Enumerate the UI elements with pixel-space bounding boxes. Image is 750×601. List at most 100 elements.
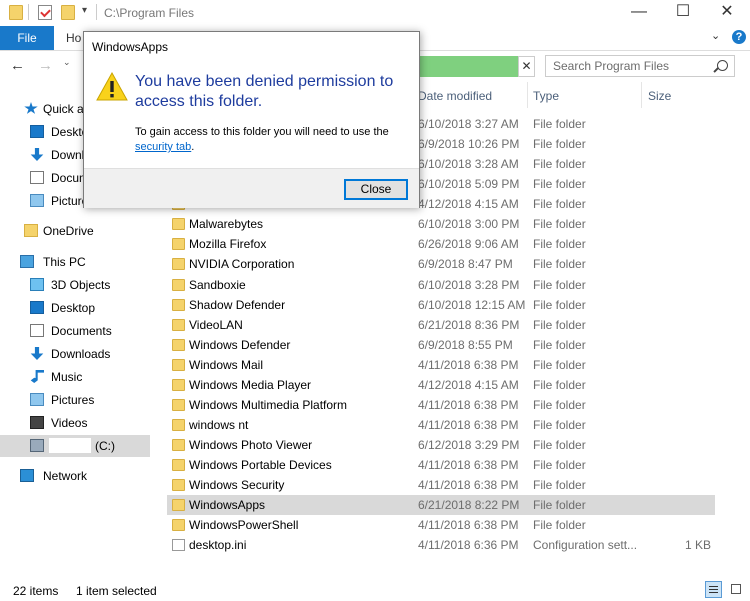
back-button[interactable]: ← (10, 57, 25, 74)
file-date: 4/11/2018 6:38 PM (418, 397, 519, 412)
file-row[interactable]: Windows Multimedia Platform 4/11/2018 6:3… (167, 395, 715, 415)
sidebar-item[interactable]: (C:) (0, 435, 150, 457)
search-input[interactable]: Search Program Files (545, 55, 735, 77)
maximize-button[interactable]: ☐ (661, 0, 705, 24)
sidebar-item[interactable]: Desktop (0, 297, 150, 319)
folder-icon (172, 419, 185, 432)
folder-icon (24, 224, 38, 237)
folder-icon (172, 298, 185, 311)
column-header-size[interactable]: Size (648, 89, 671, 103)
sidebar-item-label: Desktop (51, 301, 96, 315)
file-date: 6/9/2018 10:26 PM (418, 137, 520, 152)
file-date: 6/10/2018 3:28 AM (418, 157, 519, 172)
drive-icon (30, 439, 44, 452)
file-type: File folder (533, 257, 586, 272)
new-folder-icon[interactable] (61, 5, 75, 20)
sidebar-item[interactable]: This PC (0, 251, 150, 273)
file-row[interactable]: Windows Security 4/11/2018 6:38 PM File fo… (167, 475, 715, 495)
file-date: 6/26/2018 9:06 AM (418, 237, 519, 252)
file-type: File folder (533, 377, 586, 392)
file-date: 6/10/2018 12:15 AM (418, 297, 526, 312)
file-row[interactable]: Malwarebytes 6/10/2018 3:00 PM File folder (167, 214, 715, 234)
file-row[interactable]: Windows Photo Viewer 6/12/2018 3:29 PM Fil… (167, 435, 715, 455)
file-name: NVIDIA Corporation (189, 257, 295, 272)
folder-icon (172, 218, 185, 231)
recent-locations-icon[interactable]: ⌄ (63, 57, 71, 68)
file-date: 4/11/2018 6:38 PM (418, 478, 519, 493)
file-row[interactable]: NVIDIA Corporation 6/9/2018 8:47 PM File f… (167, 254, 715, 274)
address-clear-button[interactable]: ✕ (518, 56, 535, 77)
file-row[interactable]: Windows Media Player 4/12/2018 4:15 AM Fil… (167, 375, 715, 395)
file-name: Windows Portable Devices (189, 458, 332, 473)
sidebar-item-label: OneDrive (43, 224, 94, 238)
folder-icon (9, 5, 23, 20)
sidebar-item[interactable]: Videos (0, 412, 150, 434)
file-row[interactable]: Windows Mail 4/11/2018 6:38 PM File folder (167, 355, 715, 375)
search-icon[interactable] (717, 60, 728, 71)
tab-home[interactable]: Ho (66, 31, 81, 45)
address-bar[interactable] (418, 56, 518, 77)
desktop-icon (30, 301, 44, 314)
sidebar-item-label: Pictures (51, 393, 95, 407)
file-name: Sandboxie (189, 277, 246, 292)
close-button[interactable]: Close (344, 179, 408, 200)
folder-icon (172, 318, 185, 331)
sidebar-item-label: Network (43, 469, 88, 483)
pictures-icon (30, 393, 44, 406)
status-selected-count: 1 item selected (76, 584, 157, 598)
folder-icon (172, 238, 185, 251)
folder-icon (172, 499, 185, 512)
file-row[interactable]: VideoLAN 6/21/2018 8:36 PM File folder (167, 315, 715, 335)
file-type: File folder (533, 478, 586, 493)
sidebar-item[interactable]: Music (0, 366, 150, 388)
file-type: File folder (533, 438, 586, 453)
sidebar-item-label: Documents (51, 324, 112, 338)
file-date: 6/9/2018 8:47 PM (418, 257, 513, 272)
sidebar-item[interactable]: Downloads (0, 343, 150, 365)
forward-button[interactable]: → (38, 57, 53, 74)
folder-icon (172, 338, 185, 351)
properties-icon[interactable] (38, 5, 52, 20)
ribbon-toggle-icon[interactable]: ⌄ (711, 29, 720, 42)
file-date: 6/12/2018 3:29 PM (418, 438, 520, 453)
sidebar-item[interactable]: OneDrive (0, 220, 150, 242)
file-row[interactable]: Mozilla Firefox 6/26/2018 9:06 AM File fol… (167, 234, 715, 254)
file-row[interactable]: Windows Defender 6/9/2018 8:55 PM File fol… (167, 335, 715, 355)
file-row[interactable]: desktop.ini 4/11/2018 6:36 PM Configuratio… (167, 535, 715, 555)
minimize-button[interactable]: — (617, 0, 661, 24)
file-row[interactable]: Windows Portable Devices 4/11/2018 6:38 P… (167, 455, 715, 475)
column-divider (527, 82, 528, 108)
file-type: File folder (533, 277, 586, 292)
help-icon[interactable]: ? (732, 30, 746, 44)
customize-quick-access-icon[interactable]: ▾ (82, 5, 87, 16)
column-header-date[interactable]: Date modified (418, 89, 492, 103)
sidebar-item-label: This PC (43, 255, 86, 269)
security-tab-link[interactable]: security tab (135, 141, 191, 153)
sidebar-item[interactable]: Pictures (0, 389, 150, 411)
file-row[interactable]: Sandboxie 6/10/2018 3:28 PM File folder (167, 275, 715, 295)
file-name: Shadow Defender (189, 297, 286, 312)
file-name: Windows Multimedia Platform (189, 397, 348, 412)
sidebar-item-label: Music (51, 370, 83, 384)
file-row[interactable]: Shadow Defender 6/10/2018 12:15 AM File fo… (167, 295, 715, 315)
sidebar-item[interactable]: Network (0, 465, 150, 487)
file-type: File folder (533, 177, 586, 192)
folder-icon (172, 278, 185, 291)
large-icons-view-button[interactable] (728, 581, 745, 598)
sidebar-item-label: Downl (51, 148, 85, 162)
file-name: desktop.ini (189, 538, 247, 553)
star-icon (24, 102, 38, 114)
column-header-type[interactable]: Type (533, 89, 559, 103)
file-type: File folder (533, 117, 586, 131)
file-date: 6/10/2018 3:28 PM (418, 277, 520, 292)
file-row[interactable]: windows nt 4/11/2018 6:38 PM File folder (167, 415, 715, 435)
file-row[interactable]: WindowsPowerShell 4/11/2018 6:38 PM File f… (167, 515, 715, 535)
details-view-button[interactable] (705, 581, 722, 598)
file-row[interactable]: WindowsApps 6/21/2018 8:22 PM File folder (167, 495, 715, 516)
sidebar-item[interactable]: Documents (0, 320, 150, 342)
close-window-button[interactable]: ✕ (705, 0, 749, 24)
tab-file[interactable]: File (0, 26, 54, 50)
file-name: VideoLAN (189, 317, 243, 332)
sidebar-item[interactable]: 3D Objects (0, 274, 150, 296)
file-type: File folder (533, 217, 586, 232)
